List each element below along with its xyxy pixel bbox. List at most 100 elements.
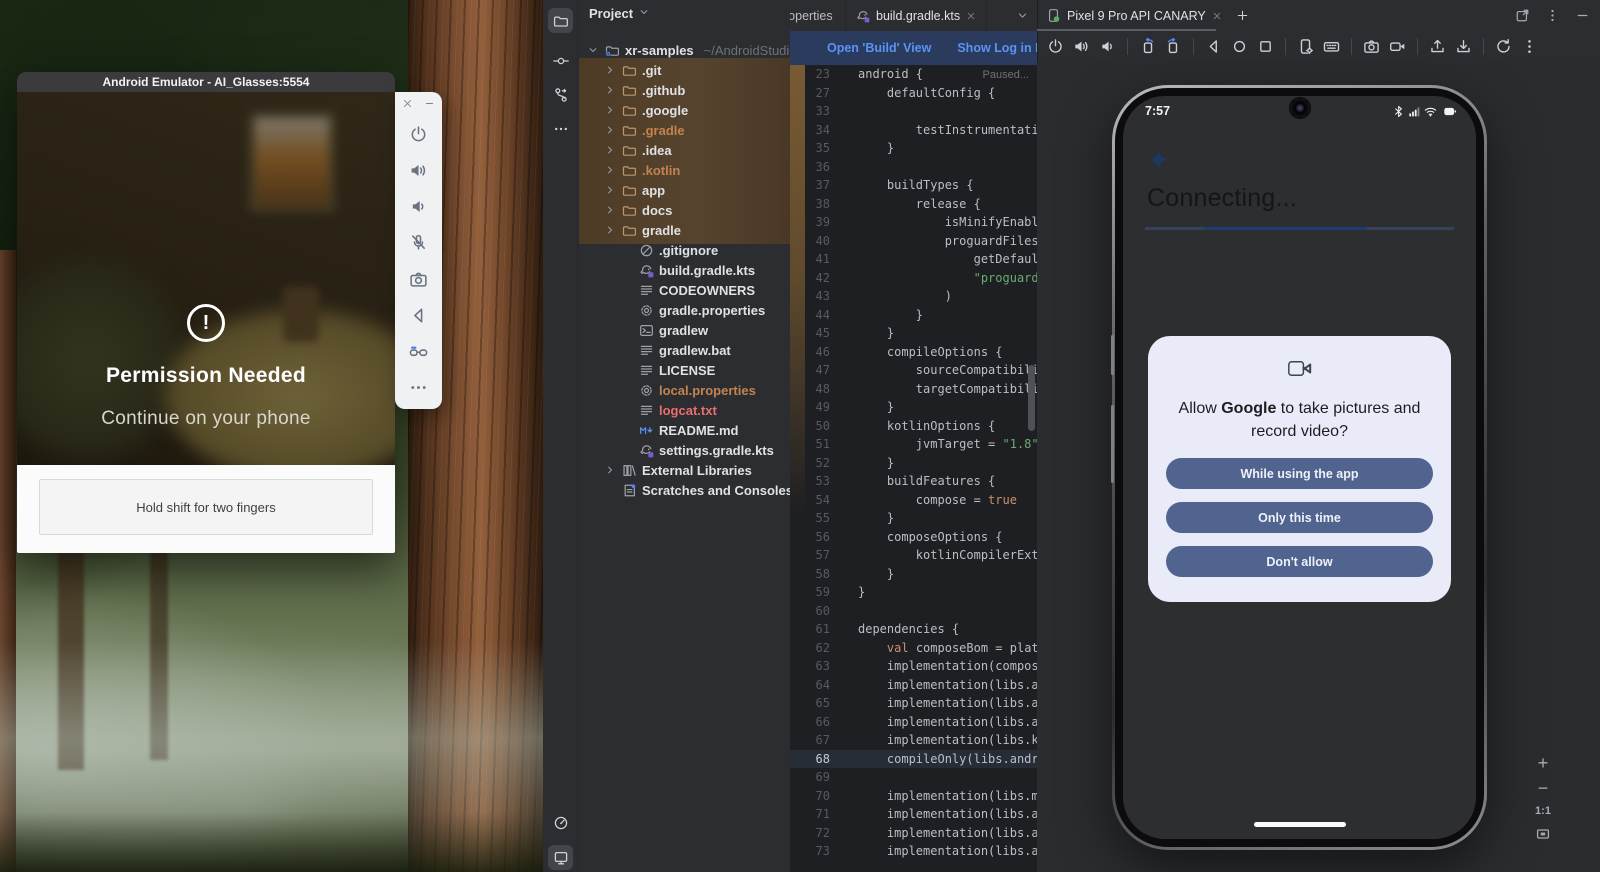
code-line-37[interactable]: 37 buildTypes { <box>790 176 1037 195</box>
code-line-48[interactable]: 48 targetCompatibility <box>790 380 1037 399</box>
code-line-72[interactable]: 72 implementation(libs.andr <box>790 824 1037 843</box>
code-line-33[interactable]: 33 <box>790 102 1037 121</box>
more-vert-icon[interactable] <box>1521 38 1538 55</box>
devices-tool-icon[interactable] <box>548 845 573 870</box>
navigation-pill[interactable] <box>1254 822 1346 827</box>
vcs-icon[interactable] <box>548 82 573 107</box>
code-line-27[interactable]: 27 defaultConfig { <box>790 84 1037 103</box>
code-line-46[interactable]: 46 compileOptions { <box>790 343 1037 362</box>
code-line-39[interactable]: 39 isMinifyEnabled <box>790 213 1037 232</box>
upload-icon[interactable] <box>1429 38 1446 55</box>
download-icon[interactable] <box>1455 38 1472 55</box>
zoom-reset-button[interactable]: 1:1 <box>1535 805 1551 817</box>
more-icon[interactable] <box>409 378 428 397</box>
code-line-71[interactable]: 71 implementation(libs.andr <box>790 805 1037 824</box>
code-line-41[interactable]: 41 getDefaultPr <box>790 250 1037 269</box>
code-line-44[interactable]: 44 } <box>790 306 1037 325</box>
chevron-right-icon[interactable] <box>604 164 617 176</box>
popout-icon[interactable] <box>1515 8 1530 23</box>
tree-item-google[interactable]: .google <box>579 100 790 120</box>
tree-item-gradle[interactable]: .gradle <box>579 120 790 140</box>
code-line-42[interactable]: 42 "proguard-ru <box>790 269 1037 288</box>
keyboard-icon[interactable] <box>1323 38 1340 55</box>
code-line-64[interactable]: 64 implementation(libs.andr <box>790 676 1037 695</box>
tab-pixel-9-pro[interactable]: Pixel 9 Pro API CANARY <box>1046 8 1222 23</box>
code-line-58[interactable]: 58 } <box>790 565 1037 584</box>
code-line-56[interactable]: 56 composeOptions { <box>790 528 1037 547</box>
camera-icon[interactable] <box>1363 38 1380 55</box>
tree-item-github[interactable]: .github <box>579 80 790 100</box>
chevron-right-icon[interactable] <box>604 184 617 196</box>
tree-item-kotlin[interactable]: .kotlin <box>579 160 790 180</box>
touch-hint-box[interactable]: Hold shift for two fingers <box>39 479 373 535</box>
code-line-63[interactable]: 63 implementation(composeBo <box>790 657 1037 676</box>
code-line-50[interactable]: 50 kotlinOptions { <box>790 417 1037 436</box>
code-line-73[interactable]: 73 implementation(libs.andr <box>790 842 1037 861</box>
glasses-icon[interactable] <box>409 342 428 361</box>
tree-item-gradle[interactable]: gradle <box>579 220 790 240</box>
open-build-view-link[interactable]: Open 'Build' View <box>827 41 931 55</box>
close-icon[interactable] <box>966 11 976 21</box>
record-icon[interactable] <box>1389 38 1406 55</box>
code-line-54[interactable]: 54 compose = true <box>790 491 1037 510</box>
code-line-67[interactable]: 67 implementation(libs.kotl <box>790 731 1037 750</box>
back-icon[interactable] <box>409 306 428 325</box>
chevron-right-icon[interactable] <box>604 104 617 116</box>
folder-tool-icon[interactable] <box>548 8 573 33</box>
code-line-52[interactable]: 52 } <box>790 454 1037 473</box>
volume-down-icon[interactable] <box>409 197 428 216</box>
power-icon[interactable] <box>409 125 428 144</box>
phone-screen[interactable]: 7:57 Connecting... Allow Google <box>1123 96 1476 839</box>
permission-button-don-t-allow[interactable]: Don't allow <box>1166 546 1433 577</box>
tab-build-gradle-kts[interactable]: build.gradle.kts <box>846 0 987 31</box>
tree-item-gradle-properties[interactable]: gradle.properties <box>579 300 790 320</box>
chevron-right-icon[interactable] <box>604 124 617 136</box>
code-line-69[interactable]: 69 <box>790 768 1037 787</box>
code-line-62[interactable]: 62 val composeBom = platfor <box>790 639 1037 658</box>
tree-item-root[interactable]: xr-samples~/AndroidStudioProj <box>579 40 790 60</box>
tree-item-readme-md[interactable]: README.md <box>579 420 790 440</box>
code-line-45[interactable]: 45 } <box>790 324 1037 343</box>
code-line-53[interactable]: 53 buildFeatures { <box>790 472 1037 491</box>
chevron-right-icon[interactable] <box>604 64 617 76</box>
tree-item-license[interactable]: LICENSE <box>579 360 790 380</box>
tree-item-git[interactable]: .git <box>579 60 790 80</box>
code-line-65[interactable]: 65 implementation(libs.andr <box>790 694 1037 713</box>
chevron-right-icon[interactable] <box>604 464 617 476</box>
tree-item-build-gradle-kts[interactable]: build.gradle.kts <box>579 260 790 280</box>
volume-up-icon[interactable] <box>1073 38 1090 55</box>
code-line-66[interactable]: 66 implementation(libs.andr <box>790 713 1037 732</box>
code-line-60[interactable]: 60 <box>790 602 1037 621</box>
code-line-68[interactable]: 68 compileOnly(libs.android <box>790 750 1037 769</box>
code-line-40[interactable]: 40 proguardFiles( <box>790 232 1037 251</box>
more-vert-icon[interactable] <box>1545 8 1560 23</box>
code-line-49[interactable]: 49 } <box>790 398 1037 417</box>
code-line-36[interactable]: 36 <box>790 158 1037 177</box>
zoom-out-button[interactable]: − <box>1538 780 1549 796</box>
commit-icon[interactable] <box>548 48 573 73</box>
chevron-right-icon[interactable] <box>604 224 617 236</box>
camera-icon[interactable] <box>409 270 428 289</box>
tree-item-settings-gradle-kts[interactable]: settings.gradle.kts <box>579 440 790 460</box>
fit-to-window-button[interactable] <box>1535 826 1551 842</box>
device-settings-icon[interactable] <box>1297 38 1314 55</box>
mic-off-icon[interactable] <box>409 233 428 252</box>
power-icon[interactable] <box>1047 38 1064 55</box>
home-icon[interactable] <box>1231 38 1248 55</box>
code-line-55[interactable]: 55 } <box>790 509 1037 528</box>
code-line-51[interactable]: 51 jvmTarget = "1.8" <box>790 435 1037 454</box>
volume-down-icon[interactable] <box>1099 38 1116 55</box>
tree-item-local-properties[interactable]: local.properties <box>579 380 790 400</box>
tree-item-docs[interactable]: docs <box>579 200 790 220</box>
minimize-icon[interactable] <box>424 98 435 109</box>
close-icon[interactable] <box>402 98 413 109</box>
code-line-43[interactable]: 43 ) <box>790 287 1037 306</box>
emulator-screen[interactable]: ! Permission Needed Continue on your pho… <box>17 92 395 465</box>
show-log-in-finder-link[interactable]: Show Log in Finder <box>957 41 1037 55</box>
code-line-59[interactable]: 59} <box>790 583 1037 602</box>
code-line-23[interactable]: 23android {Paused... <box>790 65 1037 84</box>
tree-item-idea[interactable]: .idea <box>579 140 790 160</box>
code-line-61[interactable]: 61dependencies { <box>790 620 1037 639</box>
tree-item-scratches-and-consoles[interactable]: Scratches and Consoles <box>579 480 790 500</box>
close-icon[interactable] <box>1212 11 1222 21</box>
